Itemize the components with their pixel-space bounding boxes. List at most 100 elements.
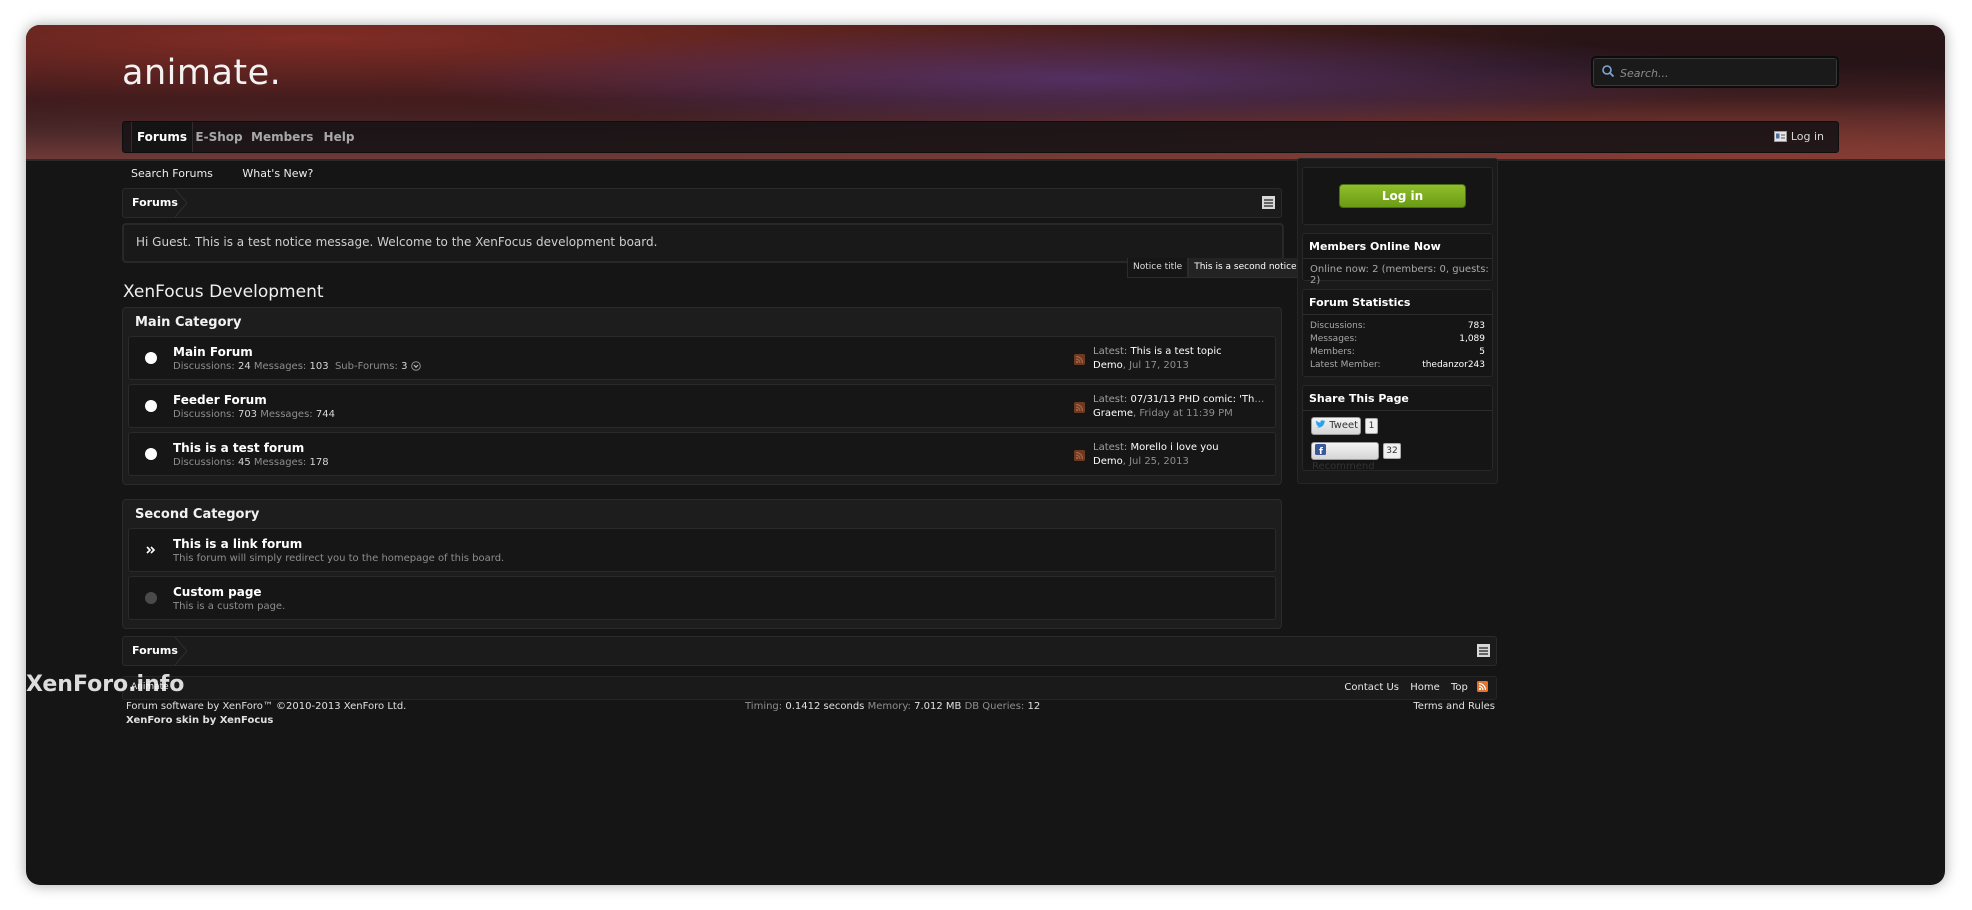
footer-breadcrumb: Forums bbox=[122, 636, 1497, 666]
latest-post-meta: Demo, Jul 25, 2013 bbox=[1093, 456, 1189, 467]
share-page-block: Share This Page Tweet 1 f Recommend 32 bbox=[1302, 385, 1493, 472]
sidebar-login-button[interactable]: Log in bbox=[1339, 184, 1466, 208]
breadcrumb: Forums bbox=[122, 188, 1282, 218]
latest-post-link[interactable]: Morello i love you bbox=[1130, 442, 1218, 453]
debug-info: Timing: 0.1412 seconds Memory: 7.012 MB … bbox=[745, 701, 1041, 712]
share-page-title: Share This Page bbox=[1309, 392, 1409, 405]
latest-post-meta: Graeme, Friday at 11:39 PM bbox=[1093, 408, 1233, 419]
breadcrumb-arrow-icon bbox=[175, 637, 188, 665]
main-navigation: Forums E-Shop Members Help Log in bbox=[122, 121, 1839, 153]
forum-description: This is a custom page. bbox=[173, 601, 286, 612]
forum-statistics-title: Forum Statistics bbox=[1309, 296, 1411, 309]
breadcrumb-arrow-icon bbox=[175, 189, 188, 217]
forum-row-custom-page: Custom page This is a custom page. bbox=[128, 576, 1276, 620]
page-icon bbox=[145, 592, 157, 604]
copyright-text[interactable]: Forum software by XenForo™ ©2010-2013 Xe… bbox=[126, 701, 406, 712]
stat-latest-member: Latest Member: thedanzor243 bbox=[1310, 360, 1485, 370]
nav-login-link[interactable]: Log in bbox=[1773, 130, 1824, 143]
latest-post-link[interactable]: 07/31/13 PHD comic: 'The... bbox=[1130, 394, 1268, 405]
breadcrumb-forums[interactable]: Forums bbox=[132, 196, 178, 209]
rss-icon[interactable] bbox=[1074, 402, 1085, 413]
facebook-icon: f bbox=[1315, 444, 1326, 457]
recommend-button[interactable]: f Recommend bbox=[1311, 442, 1379, 472]
tab-forums[interactable]: Forums bbox=[131, 122, 193, 152]
forum-row-test-forum: This is a test forum Discussions: 45 Mes… bbox=[128, 432, 1276, 476]
forum-stats: Discussions: 45 Messages: 178 bbox=[173, 457, 329, 468]
forum-title[interactable]: Custom page bbox=[173, 585, 262, 599]
sub-navigation: Search Forums What's New? bbox=[131, 167, 339, 180]
recommend-count: 32 bbox=[1383, 443, 1401, 459]
terms-link[interactable]: Terms and Rules bbox=[1413, 701, 1495, 712]
footer-breadcrumb-forums[interactable]: Forums bbox=[132, 644, 178, 657]
members-online-block: Members Online Now Online now: 2 (member… bbox=[1302, 233, 1493, 286]
twitter-bird-icon bbox=[1315, 420, 1326, 428]
category-title[interactable]: Main Category bbox=[135, 315, 241, 330]
jump-menu-icon[interactable] bbox=[1477, 644, 1490, 657]
category-second: Second Category This is a link forum Thi… bbox=[122, 499, 1282, 629]
stat-discussions: Discussions: 783 bbox=[1310, 321, 1485, 331]
site-logo[interactable]: animate. bbox=[122, 53, 281, 93]
footer-contact-us[interactable]: Contact Us bbox=[1344, 682, 1399, 693]
members-online-text: Online now: 2 (members: 0, guests: 2) bbox=[1310, 264, 1489, 286]
search-input[interactable] bbox=[1618, 62, 1832, 84]
tweet-button[interactable]: Tweet bbox=[1311, 417, 1361, 435]
forum-row-main-forum: Main Forum Discussions: 24 Messages: 103… bbox=[128, 336, 1276, 380]
latest-post: Latest: 07/31/13 PHD comic: 'The... bbox=[1093, 394, 1268, 405]
recommend-label: Recommend bbox=[1312, 461, 1375, 472]
search-icon bbox=[1602, 65, 1615, 78]
sidebar: Log in Members Online Now Online now: 2 … bbox=[1297, 158, 1498, 484]
latest-post-user[interactable]: Demo bbox=[1093, 456, 1123, 467]
subnav-search-forums[interactable]: Search Forums bbox=[131, 167, 213, 180]
members-online-title[interactable]: Members Online Now bbox=[1309, 240, 1441, 253]
forum-title[interactable]: This is a test forum bbox=[173, 441, 304, 455]
forum-title[interactable]: Feeder Forum bbox=[173, 393, 267, 407]
forum-row-link-forum: This is a link forum This forum will sim… bbox=[128, 528, 1276, 572]
forum-stats: Discussions: 24 Messages: 103 Sub-Forums… bbox=[173, 361, 421, 372]
rss-feed-icon[interactable] bbox=[1477, 681, 1488, 692]
search-box[interactable] bbox=[1591, 56, 1839, 88]
tweet-label: Tweet bbox=[1329, 420, 1359, 431]
latest-post-link[interactable]: This is a test topic bbox=[1130, 346, 1221, 357]
subforums-dropdown-icon[interactable] bbox=[410, 361, 421, 371]
footer-home[interactable]: Home bbox=[1410, 682, 1440, 693]
site-header: animate. Forums E-Shop Members Help Log … bbox=[26, 25, 1945, 161]
forum-read-icon bbox=[145, 400, 157, 412]
latest-post: Latest: Morello i love you bbox=[1093, 442, 1219, 453]
notice-tab-2[interactable]: This is a second notice. bbox=[1188, 258, 1306, 278]
login-card-icon bbox=[1773, 131, 1787, 142]
skin-credit[interactable]: XenForo skin by XenFocus bbox=[126, 715, 273, 726]
forum-statistics-block: Forum Statistics Discussions: 783 Message… bbox=[1302, 289, 1493, 377]
board-title: XenFocus Development bbox=[123, 282, 324, 302]
watermark-text: XenForo.info bbox=[26, 672, 185, 697]
category-main: Main Category Main Forum Discussions: 24… bbox=[122, 307, 1282, 485]
latest-member-link[interactable]: thedanzor243 bbox=[1422, 360, 1485, 370]
latest-post-meta: Demo, Jul 17, 2013 bbox=[1093, 360, 1189, 371]
latest-post-user[interactable]: Demo bbox=[1093, 360, 1123, 371]
footer-links: Contact Us Home Top bbox=[1336, 681, 1488, 693]
category-title[interactable]: Second Category bbox=[135, 507, 259, 522]
forum-stats: Discussions: 703 Messages: 744 bbox=[173, 409, 335, 420]
forum-row-feeder-forum: Feeder Forum Discussions: 703 Messages: … bbox=[128, 384, 1276, 428]
notice-tab-1[interactable]: Notice title bbox=[1127, 258, 1189, 278]
rss-icon[interactable] bbox=[1074, 354, 1085, 365]
subnav-whats-new[interactable]: What's New? bbox=[242, 167, 313, 180]
tab-help[interactable]: Help bbox=[319, 122, 359, 152]
stat-messages: Messages: 1,089 bbox=[1310, 334, 1485, 344]
jump-menu-icon[interactable] bbox=[1262, 196, 1275, 209]
footer-bar: Animate Contact Us Home Top bbox=[122, 676, 1497, 700]
tab-members[interactable]: Members bbox=[251, 122, 313, 152]
notice-text: Hi Guest. This is a test notice message.… bbox=[136, 235, 658, 249]
forum-title[interactable]: This is a link forum bbox=[173, 537, 302, 551]
forum-description: This forum will simply redirect you to t… bbox=[173, 553, 505, 564]
notice-box: Hi Guest. This is a test notice message.… bbox=[122, 223, 1284, 263]
nav-login-label: Log in bbox=[1790, 130, 1824, 143]
stat-members: Members: 5 bbox=[1310, 347, 1485, 357]
tab-e-shop[interactable]: E-Shop bbox=[193, 122, 245, 152]
latest-post: Latest: This is a test topic bbox=[1093, 346, 1222, 357]
latest-post-user[interactable]: Graeme bbox=[1093, 408, 1133, 419]
footer-top[interactable]: Top bbox=[1451, 682, 1468, 693]
rss-icon[interactable] bbox=[1074, 450, 1085, 461]
notice-tabs: Notice title This is a second notice. bbox=[1127, 258, 1306, 278]
sidebar-login-block: Log in bbox=[1302, 167, 1493, 225]
forum-title[interactable]: Main Forum bbox=[173, 345, 253, 359]
